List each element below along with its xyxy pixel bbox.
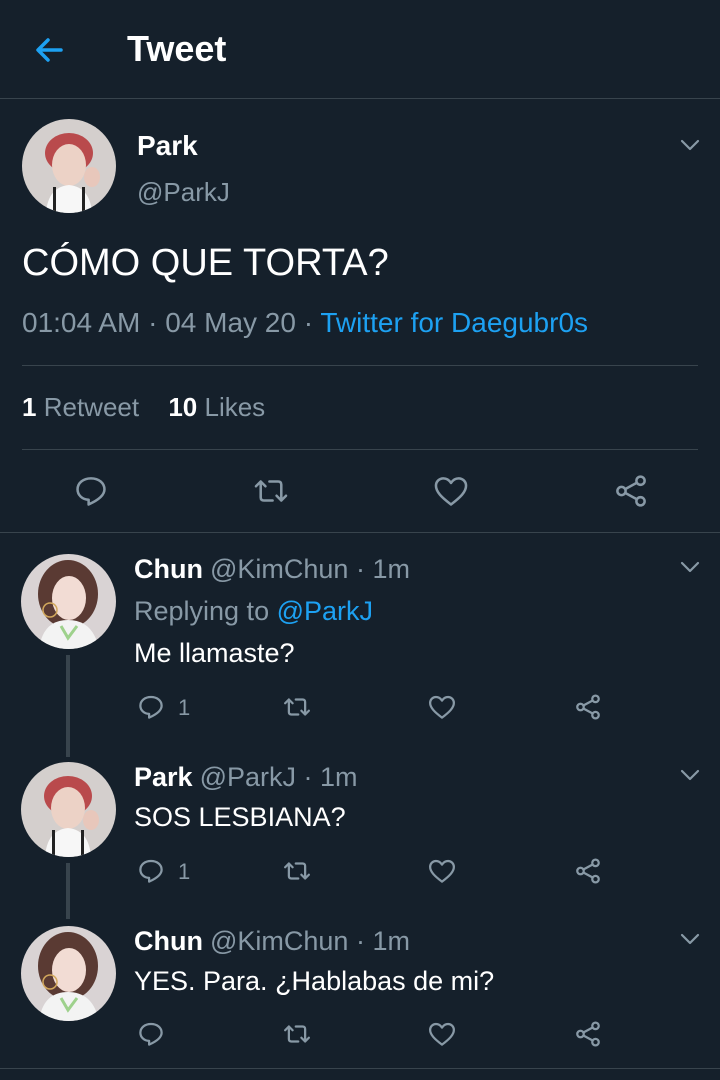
section-divider — [0, 532, 720, 533]
author-name[interactable]: Park — [137, 130, 198, 162]
retweet-count: 1 — [22, 392, 37, 422]
meta-separator: · — [303, 307, 314, 338]
reply-icon[interactable] — [136, 856, 166, 886]
meta-separator: · — [355, 926, 365, 956]
page-title: Tweet — [127, 28, 227, 69]
reply-header: Park @ParkJ · 1m — [134, 762, 358, 793]
top-bar: Tweet — [0, 0, 720, 99]
reply-author-name[interactable]: Park — [134, 762, 193, 792]
reply-time: 1m — [372, 926, 410, 956]
retweet-icon[interactable] — [282, 856, 312, 886]
back-button[interactable] — [30, 30, 70, 70]
likes-stat[interactable]: 10 Likes — [168, 392, 265, 423]
divider — [22, 449, 698, 450]
retweet-icon[interactable] — [282, 692, 312, 722]
reply-count: 1 — [178, 859, 191, 884]
share-icon[interactable] — [573, 692, 603, 722]
likes-label: Likes — [204, 392, 266, 422]
reply-author-handle[interactable]: @KimChun — [210, 926, 348, 956]
retweet-label: Retweet — [43, 392, 140, 422]
reply-icon[interactable] — [136, 692, 166, 722]
reply-author-handle[interactable]: @ParkJ — [200, 762, 296, 792]
meta-separator: · — [355, 554, 365, 584]
retweet-icon[interactable] — [282, 1019, 312, 1049]
reply-text: YES. Para. ¿Hablabas de mi? — [134, 966, 495, 996]
like-icon[interactable] — [427, 1019, 457, 1049]
replying-to: Replying to @ParkJ — [134, 596, 373, 627]
thread-line — [66, 655, 70, 757]
replying-label: Replying to — [134, 596, 270, 626]
reply-time: 1m — [372, 554, 410, 584]
reply-author-handle[interactable]: @KimChun — [210, 554, 348, 584]
retweet-stat[interactable]: 1 Retweet — [22, 392, 139, 423]
avatar[interactable] — [21, 762, 116, 857]
avatar[interactable] — [22, 119, 116, 213]
reply-count: 1 — [178, 695, 191, 720]
share-icon[interactable] — [612, 472, 650, 510]
tweet-meta: 01:04 AM · 04 May 20 · Twitter for Daegu… — [22, 307, 588, 339]
reply-header: Chun @KimChun · 1m — [134, 554, 410, 585]
back-arrow-icon — [36, 38, 63, 62]
tweet-time: 01:04 AM — [22, 307, 141, 338]
likes-count: 10 — [168, 392, 198, 422]
tweet-source-link[interactable]: Twitter for Daegubr0s — [320, 307, 588, 338]
reply-icon[interactable] — [136, 1019, 166, 1049]
section-divider — [0, 1068, 720, 1069]
meta-separator: · — [303, 762, 313, 792]
share-icon[interactable] — [573, 856, 603, 886]
mention-link[interactable]: @ParkJ — [277, 596, 373, 626]
avatar[interactable] — [21, 554, 116, 649]
chevron-down-icon[interactable] — [678, 133, 702, 157]
chevron-down-icon[interactable] — [678, 555, 702, 579]
tweet-text: CÓMO QUE TORTA? — [22, 242, 389, 284]
reply-author-name[interactable]: Chun — [134, 554, 203, 584]
reply-icon[interactable] — [72, 472, 110, 510]
thread-line — [66, 863, 70, 919]
retweet-icon[interactable] — [252, 472, 290, 510]
like-icon[interactable] — [427, 692, 457, 722]
divider — [22, 365, 698, 366]
tweet-stats: 1 Retweet 10 Likes — [22, 392, 287, 423]
reply-time: 1m — [320, 762, 358, 792]
reply-header: Chun @KimChun · 1m — [134, 926, 410, 957]
author-handle[interactable]: @ParkJ — [137, 177, 230, 208]
reply-text: SOS LESBIANA? — [134, 802, 346, 832]
reply-author-name[interactable]: Chun — [134, 926, 203, 956]
meta-separator: · — [148, 307, 158, 338]
tweet-date: 04 May 20 — [165, 307, 296, 338]
avatar[interactable] — [21, 926, 116, 1021]
chevron-down-icon[interactable] — [678, 763, 702, 787]
chevron-down-icon[interactable] — [678, 927, 702, 951]
reply-text: Me llamaste? — [134, 638, 295, 668]
share-icon[interactable] — [573, 1019, 603, 1049]
like-icon[interactable] — [432, 472, 470, 510]
like-icon[interactable] — [427, 856, 457, 886]
